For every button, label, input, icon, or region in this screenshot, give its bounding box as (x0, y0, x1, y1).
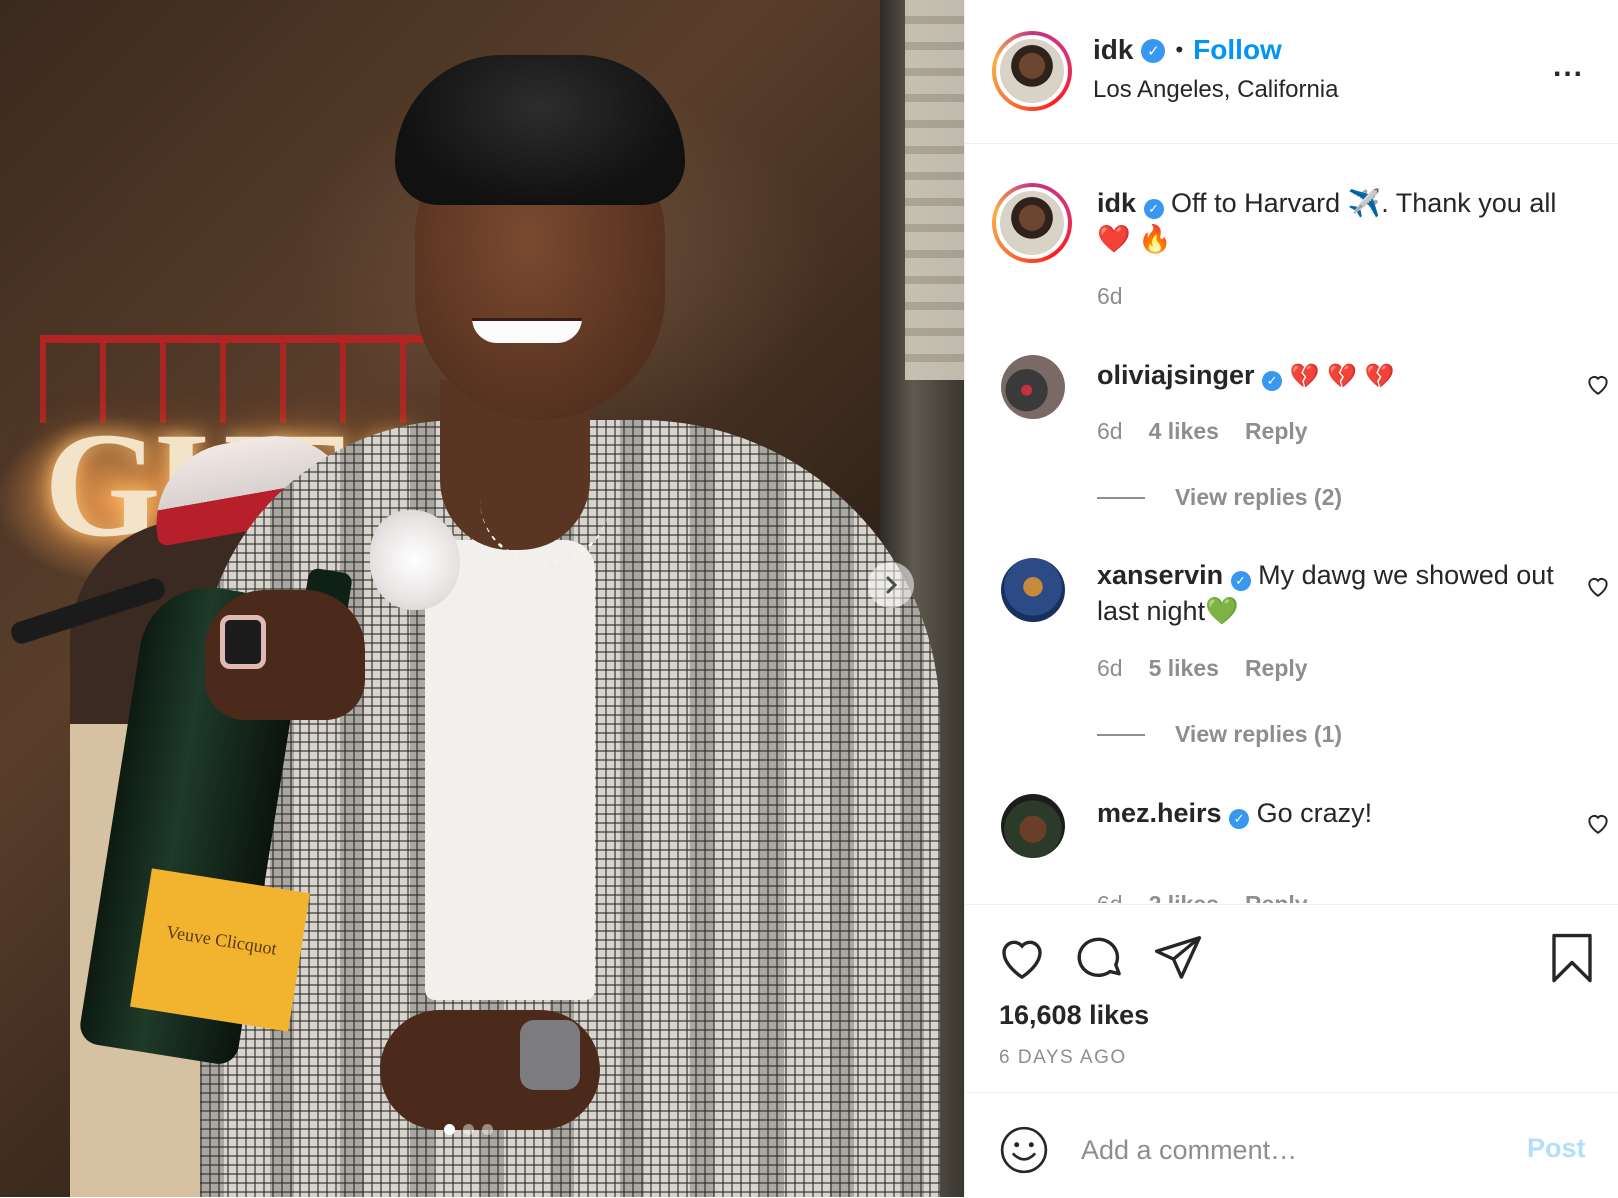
comments-list[interactable]: idk ✓ Off to Harvard ✈️. Thank you all ❤… (965, 143, 1618, 903)
like-comment-heart-icon[interactable] (1585, 573, 1611, 599)
photo-shirt (425, 540, 595, 1000)
caption-text-block: idk ✓ Off to Harvard ✈️. Thank you all ❤… (1097, 185, 1597, 257)
post-photo[interactable]: GUES Veuve Clicquot (0, 0, 964, 1197)
caption-text: Off to Harvard ✈️. Thank you all ❤️ 🔥 (1097, 188, 1557, 254)
view-replies-label: View replies (2) (1175, 484, 1343, 510)
post-location[interactable]: Los Angeles, California (1093, 76, 1338, 104)
carousel-indicator (444, 1124, 493, 1135)
comment-meta: 6d 2 likes Reply (1097, 891, 1308, 903)
separator-dot: • (1175, 37, 1184, 62)
photo-hat (395, 55, 685, 205)
photo-flower (370, 510, 460, 610)
reply-button[interactable]: Reply (1245, 418, 1308, 445)
caption-username[interactable]: idk (1097, 188, 1136, 218)
comment-time[interactable]: 6d (1097, 418, 1123, 445)
commenter-avatar[interactable] (1001, 794, 1065, 858)
author-avatar[interactable] (992, 31, 1072, 111)
post-header: idk ✓ • Follow Los Angeles, California .… (965, 0, 1618, 144)
comment-input[interactable] (1079, 1121, 1503, 1179)
comment-meta: 6d 5 likes Reply (1097, 655, 1308, 682)
caption-avatar[interactable] (992, 183, 1072, 263)
comment-username[interactable]: oliviajsinger (1097, 360, 1255, 390)
like-comment-heart-icon[interactable] (1585, 371, 1611, 397)
verified-badge-icon: ✓ (1229, 809, 1250, 829)
more-options-icon[interactable]: ... (1553, 50, 1584, 84)
bookmark-icon[interactable] (1545, 931, 1599, 985)
comment-text: 💔 💔 💔 (1289, 362, 1395, 390)
post-comment-button[interactable]: Post (1527, 1133, 1586, 1164)
share-icon[interactable] (1151, 931, 1205, 985)
comment-likes[interactable]: 5 likes (1149, 655, 1219, 682)
like-heart-icon[interactable] (995, 931, 1049, 985)
verified-badge-icon: ✓ (1141, 39, 1166, 63)
like-comment-heart-icon[interactable] (1585, 810, 1611, 836)
comment-likes[interactable]: 4 likes (1149, 418, 1219, 445)
commenter-avatar[interactable] (1001, 558, 1065, 622)
follow-button[interactable]: Follow (1193, 34, 1282, 66)
add-comment-bar: Post (965, 1092, 1618, 1198)
divider-line (1097, 496, 1145, 499)
comment-username[interactable]: xanservin (1097, 560, 1223, 590)
next-slide-button[interactable] (868, 562, 914, 608)
author-username[interactable]: idk (1093, 34, 1133, 66)
comment-likes[interactable]: 2 likes (1149, 891, 1219, 903)
view-replies-label: View replies (1) (1175, 721, 1343, 747)
verified-badge-icon: ✓ (1262, 371, 1283, 391)
photo-smile (472, 318, 582, 343)
emoji-icon[interactable] (999, 1125, 1049, 1175)
photo-bottle-label: Veuve Clicquot (130, 868, 310, 1032)
photo-watch (520, 1020, 580, 1090)
comment-text: Go crazy! (1256, 798, 1373, 828)
post-timestamp[interactable]: 6 DAYS AGO (999, 1047, 1127, 1069)
commenter-avatar[interactable] (1001, 355, 1065, 419)
comment-meta: 6d 4 likes Reply (1097, 418, 1308, 445)
divider-line (1097, 733, 1145, 736)
like-count[interactable]: 16,608 likes (999, 1000, 1149, 1031)
caption-time[interactable]: 6d (1097, 283, 1123, 310)
verified-badge-icon: ✓ (1230, 571, 1251, 591)
caption-meta: 6d (1097, 283, 1123, 310)
chevron-right-icon (886, 576, 898, 594)
verified-badge-icon: ✓ (1143, 199, 1164, 219)
comment-time[interactable]: 6d (1097, 891, 1123, 903)
comment-username[interactable]: mez.heirs (1097, 798, 1222, 828)
reply-button[interactable]: Reply (1245, 655, 1308, 682)
post-actions: 16,608 likes 6 DAYS AGO (965, 904, 1618, 1093)
view-replies-button[interactable]: View replies (1) (1097, 721, 1342, 748)
post-side-panel: idk ✓ • Follow Los Angeles, California .… (964, 0, 1618, 1197)
view-replies-button[interactable]: View replies (2) (1097, 484, 1342, 511)
comment-icon[interactable] (1073, 931, 1127, 985)
carousel-dot (463, 1124, 474, 1135)
photo-column (905, 0, 964, 380)
photo-ring (220, 615, 266, 669)
reply-button[interactable]: Reply (1245, 891, 1308, 903)
comment-time[interactable]: 6d (1097, 655, 1123, 682)
carousel-dot (482, 1124, 493, 1135)
author-line: idk ✓ • Follow (1093, 34, 1282, 66)
carousel-dot (444, 1124, 455, 1135)
comment-text-block: oliviajsinger ✓ 💔 💔 💔 (1097, 357, 1597, 394)
comment-text-block: xanservin ✓ My dawg we showed out last n… (1097, 557, 1597, 629)
comment-text-block: mez.heirs ✓ Go crazy! (1097, 795, 1597, 831)
